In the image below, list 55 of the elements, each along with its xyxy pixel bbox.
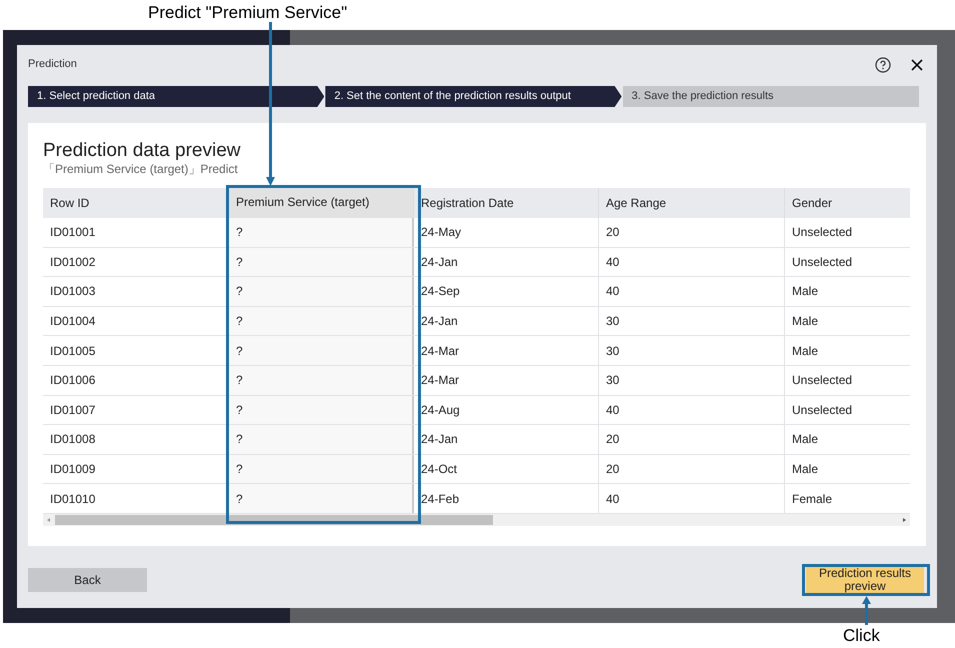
section-subtitle: 「Premium Service (target)」Predict [43,162,239,176]
table-cell: Unselected [785,248,910,276]
table-cell: Male [785,277,910,306]
callout-arrow [862,596,871,625]
close-icon[interactable] [911,58,923,70]
table-cell: ? [227,454,414,484]
column-header: Gender [785,188,910,218]
table-cell: 20 [599,454,785,484]
back-button[interactable]: Back [28,568,147,592]
annotation-label: Click [843,626,880,646]
scroll-right-icon[interactable] [900,516,908,524]
table-cell: 30 [599,306,785,336]
annotation-label: Predict "Premium Service" [148,2,348,24]
table-cell: 20 [599,425,785,454]
table-cell: 40 [599,277,785,306]
table-cell: ID01004 [43,306,227,336]
table-cell: ID01002 [43,248,227,276]
table-cell: Unselected [785,396,910,424]
table-cell: 20 [599,218,785,247]
table-cell: Female [785,484,910,513]
table-cell: Male [785,425,910,454]
table-cell: ID01007 [43,396,227,424]
table-cell: 40 [599,396,785,424]
dialog-title: Prediction [28,57,77,72]
preview-button[interactable]: Prediction results preview [806,567,924,593]
table-cell: ? [227,306,414,336]
table-cell: ID01005 [43,336,227,365]
table-cell: ? [227,248,414,276]
table-cell: ID01006 [43,366,227,395]
table-cell: 40 [599,484,785,513]
table-cell: Male [785,454,910,484]
table-cell: 40 [599,248,785,276]
table-cell: ID01010 [43,484,227,513]
table-cell: ID01001 [43,218,227,247]
table-cell: 30 [599,366,785,395]
table-cell: Male [785,336,910,365]
section-heading: Prediction data preview [43,140,242,162]
column-header: Row ID [43,188,227,218]
table-cell: ? [227,336,414,365]
column-header: Age Range [599,188,785,218]
table-cell: Unselected [785,218,910,247]
table-cell: ID01009 [43,454,227,484]
table-cell: ? [227,277,414,306]
table-cell: 30 [599,336,785,365]
table-cell: ? [227,366,414,395]
column-header: Premium Service (target) [227,188,414,218]
table-cell: Male [785,306,910,336]
table-cell: ? [227,484,414,513]
table-cell: Unselected [785,366,910,395]
table-cell: ? [227,218,414,247]
table-cell: ? [227,396,414,424]
table-cell: ID01008 [43,425,227,454]
table-cell: ? [227,425,414,454]
help-icon[interactable] [875,56,891,72]
table-cell: ID01003 [43,277,227,306]
